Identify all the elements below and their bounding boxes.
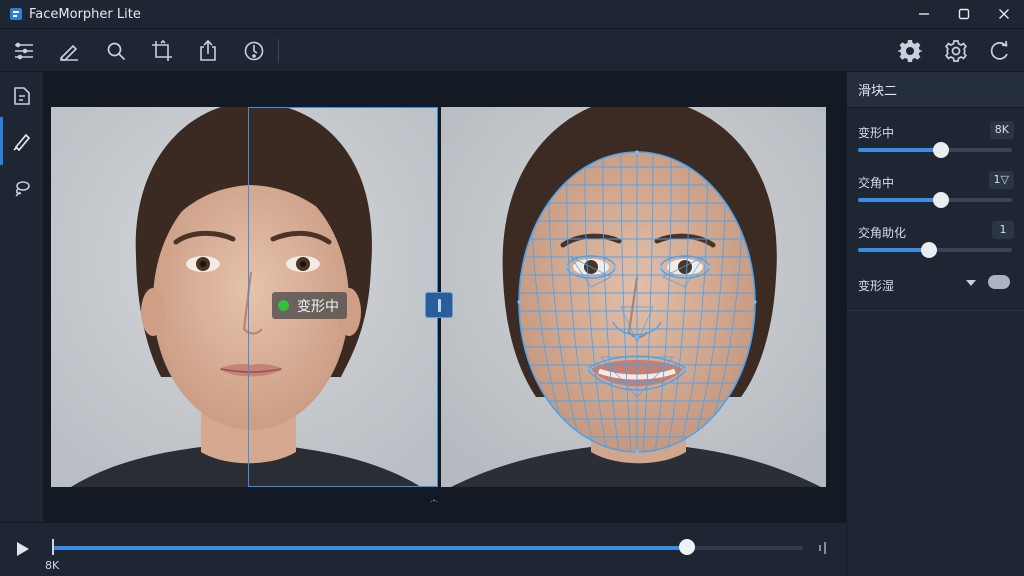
split-grip-icon xyxy=(437,298,441,312)
toolbar-divider xyxy=(278,39,279,63)
export-icon xyxy=(200,40,216,61)
slider-knob[interactable] xyxy=(933,192,950,208)
refresh-icon xyxy=(990,40,1008,60)
timeline-playhead[interactable] xyxy=(678,539,695,555)
chevron-down-icon[interactable] xyxy=(966,280,976,286)
play-button[interactable] xyxy=(15,540,31,558)
app-title: FaceMorpher Lite xyxy=(29,6,141,22)
edit-icon xyxy=(59,44,78,61)
param-value-field[interactable]: 8K xyxy=(989,121,1014,139)
slider-fill xyxy=(858,198,942,202)
minimize-icon xyxy=(919,13,929,15)
crop-icon xyxy=(152,40,172,61)
close-button[interactable] xyxy=(984,0,1024,28)
title-bar: FaceMorpher Lite xyxy=(0,0,1024,28)
panel-divider xyxy=(847,310,1024,311)
history-icon xyxy=(244,41,264,61)
split-handle[interactable] xyxy=(425,292,453,318)
settings-icon xyxy=(898,40,922,62)
toolbar xyxy=(0,28,1024,72)
param-slider[interactable] xyxy=(858,192,1012,208)
edit-button[interactable] xyxy=(57,39,81,63)
menu-button[interactable] xyxy=(12,39,36,63)
minimize-button[interactable] xyxy=(904,0,944,28)
history-button[interactable] xyxy=(242,39,266,63)
param-slider[interactable] xyxy=(858,242,1012,258)
lasso-icon xyxy=(15,181,30,197)
file-icon xyxy=(14,87,30,105)
param-label: 交角助化 xyxy=(858,226,907,240)
morph-status-text: 变形中 xyxy=(297,298,339,315)
rail-active-indicator xyxy=(0,117,3,165)
settings-button[interactable] xyxy=(898,39,922,63)
app-logo-icon xyxy=(9,7,23,21)
export-button[interactable] xyxy=(196,39,220,63)
morph-target-image xyxy=(441,107,826,487)
preferences-icon xyxy=(945,40,967,62)
time-label: 8K xyxy=(45,559,60,572)
properties-panel: 滑块二 变形中 8K 交角中 1▽ 交角助化 1 变形湿 xyxy=(846,72,1024,576)
slider-fill xyxy=(858,148,942,152)
tool-rail xyxy=(0,72,44,522)
skip-end-icon xyxy=(819,542,826,554)
morph-status-label: 变形中 xyxy=(272,292,347,319)
rail-lasso-button[interactable] xyxy=(10,176,34,200)
menu-icon xyxy=(15,42,33,60)
rail-file-button[interactable] xyxy=(10,84,34,108)
param-slider[interactable] xyxy=(858,142,1012,158)
app-window: FaceMorpher Lite 变形中 ᐧᐩᐧ 滑块二 变形中 8K 交角中 … xyxy=(0,0,1024,576)
play-icon xyxy=(17,542,29,556)
brush-icon xyxy=(13,133,31,151)
param-row-3: 交角助化 1 xyxy=(858,221,1014,258)
toggle-switch[interactable] xyxy=(988,275,1010,289)
morph-status-dot xyxy=(278,300,289,311)
param-value-field[interactable]: 1 xyxy=(992,221,1014,239)
timeline-start-marker xyxy=(52,539,54,555)
maximize-icon xyxy=(958,8,970,20)
slider-knob[interactable] xyxy=(920,242,937,258)
toggle-row: 变形湿 xyxy=(858,275,1014,294)
crop-button[interactable] xyxy=(150,39,174,63)
timeline-end-button[interactable] xyxy=(815,540,829,556)
refresh-button[interactable] xyxy=(988,39,1012,63)
param-row-2: 交角中 1▽ xyxy=(858,171,1014,208)
rail-brush-button[interactable] xyxy=(10,129,34,153)
close-icon xyxy=(999,9,1009,19)
timeline-progress-fill xyxy=(53,546,687,550)
search-icon xyxy=(107,42,126,61)
panel-title: 滑块二 xyxy=(847,72,1024,108)
original-face-image xyxy=(51,107,438,487)
param-value-field[interactable]: 1▽ xyxy=(988,171,1014,189)
maximize-button[interactable] xyxy=(944,0,984,28)
param-row-1: 变形中 8K xyxy=(858,121,1014,158)
slider-fill xyxy=(858,248,929,252)
slider-knob[interactable] xyxy=(933,142,950,158)
search-button[interactable] xyxy=(104,39,128,63)
timeline-bar: 8K xyxy=(0,522,846,576)
canvas: 变形中 ᐧᐩᐧ xyxy=(44,72,846,522)
canvas-caption: ᐧᐩᐧ xyxy=(430,498,439,508)
preferences-button[interactable] xyxy=(944,39,968,63)
